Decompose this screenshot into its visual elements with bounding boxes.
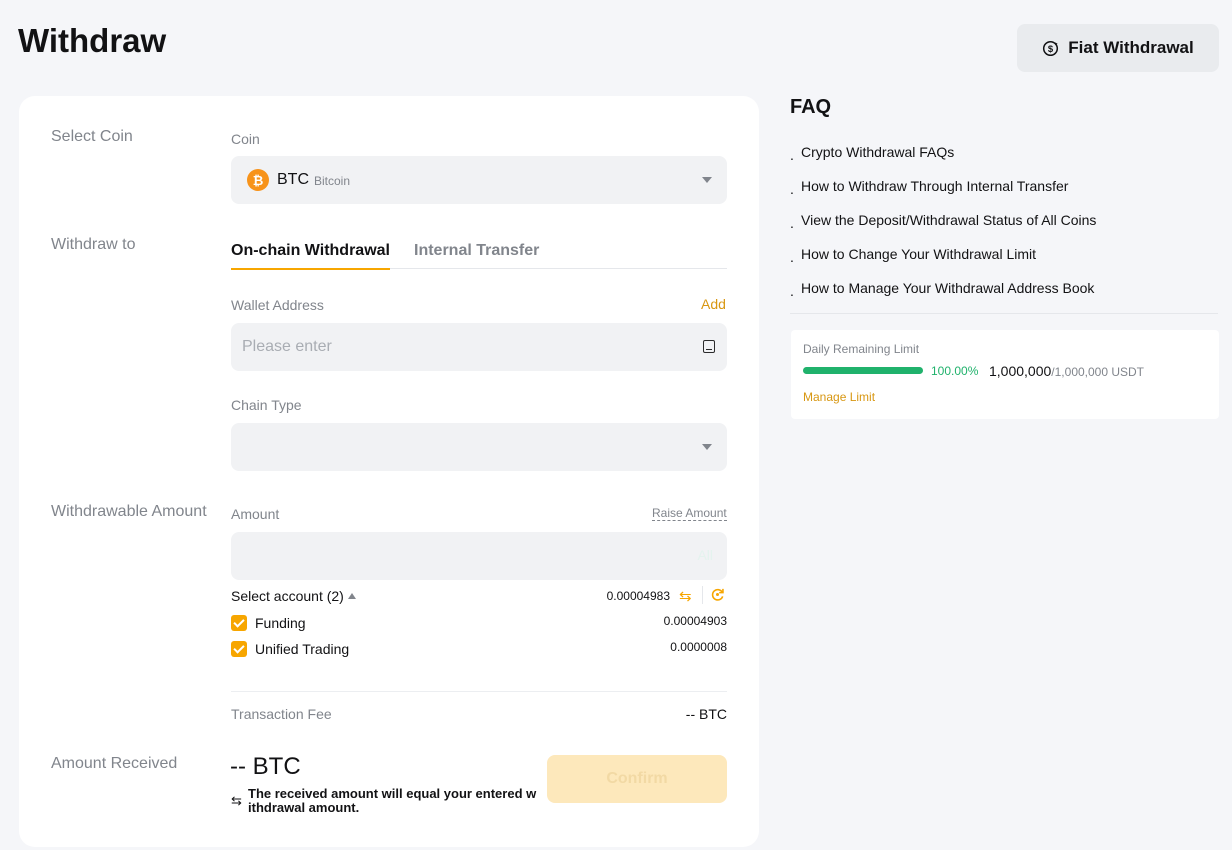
swap-icon[interactable]: ⇆ [679, 587, 692, 605]
tab-on-chain-withdrawal[interactable]: On-chain Withdrawal [231, 242, 390, 270]
bitcoin-icon: ₿ [247, 169, 269, 191]
amount-label: Amount [231, 506, 280, 522]
limit-total: /1,000,000 USDT [1051, 365, 1145, 379]
fiat-withdrawal-label: Fiat Withdrawal [1068, 38, 1194, 57]
tab-internal-transfer[interactable]: Internal Transfer [414, 242, 539, 260]
divider [790, 313, 1218, 314]
select-account-toggle[interactable]: Select account (2) [231, 588, 356, 604]
amount-field[interactable]: All [231, 532, 727, 580]
section-label-withdrawable-amount: Withdrawable Amount [51, 503, 207, 520]
divider [702, 586, 703, 604]
raise-amount-link[interactable]: Raise Amount [652, 506, 727, 521]
manage-limit-link[interactable]: Manage Limit [803, 390, 875, 404]
faq-item-label: How to Manage Your Withdrawal Address Bo… [801, 280, 1095, 296]
wallet-address-field [231, 323, 727, 371]
confirm-button[interactable]: Confirm [547, 755, 727, 803]
faq-item[interactable]: . How to Withdraw Through Internal Transf… [790, 178, 1218, 212]
address-book-icon[interactable] [703, 340, 715, 353]
withdraw-form-card: Select Coin Coin ₿ BTC Bitcoin Withdraw … [19, 96, 759, 847]
unified-trading-checkbox[interactable] [231, 641, 247, 657]
faq-list: . Crypto Withdrawal FAQs . How to Withdraw… [790, 144, 1218, 314]
add-address-link[interactable]: Add [701, 296, 726, 312]
faq-item[interactable]: . View the Deposit/Withdrawal Status of A… [790, 212, 1218, 246]
withdraw-method-tabs: On-chain Withdrawal Internal Transfer [231, 238, 727, 270]
transaction-fee-label: Transaction Fee [231, 706, 332, 722]
faq-item[interactable]: . Crypto Withdrawal FAQs [790, 144, 1218, 178]
dollar-cycle-icon: $ [1043, 40, 1059, 56]
limit-progress-bar [803, 367, 923, 374]
daily-limit-card: Daily Remaining Limit 100.00% 1,000,000/… [791, 330, 1219, 419]
bullet-icon: . [790, 181, 794, 197]
refresh-icon[interactable] [710, 587, 725, 602]
wallet-address-input[interactable] [242, 323, 682, 371]
svg-text:$: $ [1048, 43, 1054, 54]
coin-name: Bitcoin [314, 174, 351, 188]
amount-received-note: The received amount will equal your ente… [248, 786, 537, 815]
chevron-up-icon [347, 593, 356, 599]
account-name: Unified Trading [255, 641, 350, 657]
bullet-icon: . [790, 249, 794, 265]
total-balance: 0.00004983 [606, 589, 670, 603]
limit-amount: 1,000,000/1,000,000 USDT [989, 363, 1144, 379]
faq-item[interactable]: . How to Manage Your Withdrawal Address B… [790, 280, 1218, 314]
page-title: Withdraw [18, 22, 167, 59]
bullet-icon: . [790, 215, 794, 231]
select-account-label: Select account (2) [231, 588, 344, 604]
wallet-address-label: Wallet Address [231, 297, 324, 313]
exchange-icon: ⇆ [231, 793, 242, 808]
coin-label: Coin [231, 131, 260, 147]
section-label-select-coin: Select Coin [51, 128, 133, 145]
all-amount-button[interactable]: All [697, 547, 713, 563]
limit-progress-fill [803, 367, 923, 374]
limit-percent: 100.00% [931, 364, 979, 378]
account-row-funding: Funding 0.00004903 [231, 613, 727, 633]
account-balance: 0.00004903 [663, 614, 727, 628]
coin-select[interactable]: ₿ BTC Bitcoin [231, 156, 727, 204]
funding-checkbox[interactable] [231, 615, 247, 631]
divider [231, 691, 727, 692]
chevron-down-icon [702, 444, 712, 450]
coin-symbol: BTC [277, 171, 309, 188]
section-label-withdraw-to: Withdraw to [51, 236, 136, 253]
faq-title: FAQ [790, 96, 832, 118]
chain-type-label: Chain Type [231, 397, 302, 413]
fiat-withdrawal-button[interactable]: $ Fiat Withdrawal [1017, 24, 1219, 72]
account-balance: 0.0000008 [670, 640, 727, 654]
chain-type-select[interactable] [231, 423, 727, 471]
faq-item-label: How to Change Your Withdrawal Limit [801, 246, 1037, 262]
chevron-down-icon [702, 177, 712, 183]
faq-item[interactable]: . How to Change Your Withdrawal Limit [790, 246, 1218, 280]
account-row-unified-trading: Unified Trading 0.0000008 [231, 639, 727, 659]
section-label-amount-received: Amount Received [51, 755, 178, 772]
transaction-fee-value: -- BTC [685, 706, 727, 722]
limit-remaining: 1,000,000 [989, 363, 1052, 379]
amount-received-value: -- BTC [230, 753, 301, 780]
faq-item-label: Crypto Withdrawal FAQs [801, 144, 955, 160]
daily-limit-label: Daily Remaining Limit [803, 342, 920, 356]
faq-item-label: How to Withdraw Through Internal Transfe… [801, 178, 1069, 194]
bullet-icon: . [790, 147, 794, 163]
bullet-icon: . [790, 283, 794, 299]
faq-item-label: View the Deposit/Withdrawal Status of Al… [801, 212, 1097, 228]
account-name: Funding [255, 615, 306, 631]
